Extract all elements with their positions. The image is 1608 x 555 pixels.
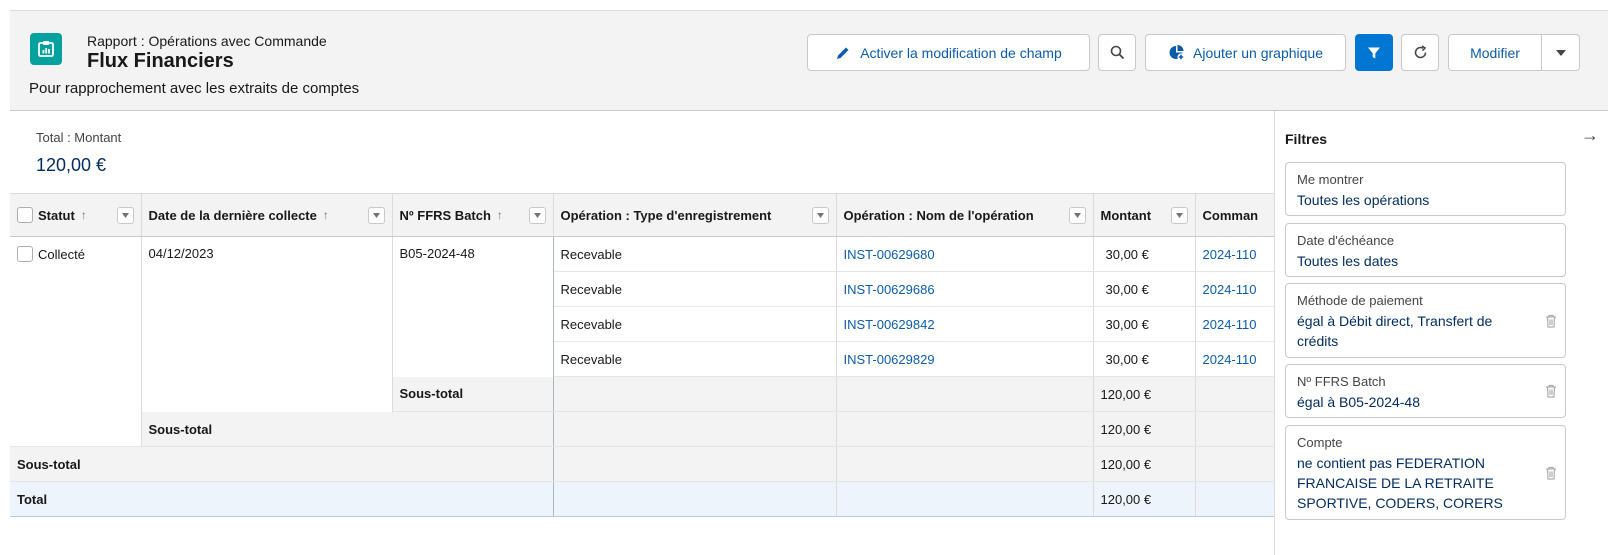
filter-label: Méthode de paiement: [1297, 293, 1423, 308]
column-menu-icon[interactable]: [367, 206, 385, 224]
filter-icon: [1368, 47, 1380, 58]
filter-label: Compte: [1297, 435, 1343, 450]
subtotal-value: 120,00 €: [1093, 376, 1196, 412]
column-menu-icon[interactable]: [116, 206, 134, 224]
cell-montant: 30,00 €: [1093, 236, 1196, 272]
report-header: Rapport : Opérations avec Commande Flux …: [10, 10, 1608, 111]
trash-icon[interactable]: [1545, 314, 1557, 331]
subtotal-value: 120,00 €: [1093, 446, 1196, 482]
filter-label: Nº FFRS Batch: [1297, 374, 1386, 389]
cell-montant: 30,00 €: [1093, 306, 1196, 342]
report-type-label: Rapport : Opérations avec Commande: [87, 33, 327, 49]
report-title: Flux Financiers: [87, 50, 234, 72]
filter-card-ffrs-batch[interactable]: Nº FFRS Batch égal à B05-2024-48: [1285, 364, 1566, 418]
cell-nom-operation[interactable]: INST-00629829: [836, 341, 1094, 377]
filter-label: Me montrer: [1297, 172, 1364, 187]
enable-field-edit-button[interactable]: Activer la modification de champ: [807, 34, 1090, 71]
modify-label: Modifier: [1470, 44, 1520, 61]
filter-card-due-date[interactable]: Date d'échéance Toutes les dates: [1285, 223, 1566, 277]
group-cell-batch: B05-2024-48: [392, 236, 554, 377]
filter-card-payment-method[interactable]: Méthode de paiement égal à Débit direct,…: [1285, 283, 1566, 358]
cell-commande[interactable]: 2024-110: [1195, 341, 1275, 377]
filter-card-account[interactable]: Compte ne contient pas FEDERATION FRANCA…: [1285, 425, 1566, 520]
subtotal-row-statut: Sous-total 120,00 €: [10, 446, 1275, 482]
subtotal-label: Sous-total: [392, 376, 554, 412]
column-header-type-enregistrement[interactable]: Opération : Type d'enregistrement: [553, 193, 837, 237]
add-chart-label: Ajouter un graphique: [1193, 44, 1323, 61]
modify-button[interactable]: Modifier: [1448, 34, 1542, 71]
filter-value: égal à B05-2024-48: [1297, 394, 1420, 410]
row-checkbox[interactable]: [17, 246, 33, 262]
cell-commande[interactable]: 2024-110: [1195, 306, 1275, 342]
filter-card-show-me[interactable]: Me montrer Toutes les opérations: [1285, 162, 1566, 216]
table-header-row: Statut ↑ Date de la dernière collecte ↑ Nº…: [10, 193, 1275, 237]
cell-type: Recevable: [553, 271, 837, 307]
search-button[interactable]: [1098, 34, 1136, 71]
cell-nom-operation[interactable]: INST-00629680: [836, 236, 1094, 272]
enable-field-edit-label: Activer la modification de champ: [860, 44, 1062, 61]
column-menu-icon[interactable]: [1068, 206, 1086, 224]
add-chart-button[interactable]: Ajouter un graphique: [1145, 34, 1346, 71]
filter-toggle-button[interactable]: [1355, 34, 1393, 71]
pencil-icon: [837, 47, 849, 59]
column-menu-icon[interactable]: [1170, 206, 1188, 224]
group-cell-statut: Collecté: [10, 236, 142, 412]
report-description: Pour rapprochement avec les extraits de …: [29, 80, 360, 97]
filter-value: égal à Débit direct, Transfert de crédit…: [1297, 313, 1493, 349]
cell-type: Recevable: [553, 306, 837, 342]
cell-nom-operation[interactable]: INST-00629686: [836, 271, 1094, 307]
cell-montant: 30,00 €: [1093, 271, 1196, 307]
cell-commande[interactable]: 2024-110: [1195, 271, 1275, 307]
column-header-date-collecte[interactable]: Date de la dernière collecte ↑: [141, 193, 393, 237]
group-cell-date: 04/12/2023: [141, 236, 393, 412]
more-actions-button[interactable]: [1541, 34, 1580, 71]
column-header-commande[interactable]: Comman: [1195, 193, 1275, 237]
trash-icon[interactable]: [1545, 384, 1557, 401]
column-header-nom-operation[interactable]: Opération : Nom de l'opération: [836, 193, 1094, 237]
filter-label: Date d'échéance: [1297, 233, 1395, 248]
trash-icon[interactable]: [1545, 466, 1557, 483]
grand-total-row: Total 120,00 €: [10, 481, 1275, 517]
sort-asc-icon[interactable]: ↑: [323, 208, 329, 222]
filter-value: ne contient pas FEDERATION FRANCAISE DE …: [1297, 455, 1503, 511]
table-row: Collecté 04/12/2023 B05-2024-48 Recevabl…: [10, 236, 1275, 412]
cell-nom-operation[interactable]: INST-00629842: [836, 306, 1094, 342]
summary-value: 120,00 €: [36, 155, 107, 175]
search-icon: [1110, 45, 1124, 60]
total-label: Total: [10, 481, 554, 517]
subtotal-row-date: Sous-total 120,00 €: [10, 411, 1275, 447]
filters-panel: Filtres → Me montrer Toutes les opératio…: [1274, 111, 1608, 555]
report-table: Statut ↑ Date de la dernière collecte ↑ Nº…: [10, 193, 1275, 523]
cell-type: Recevable: [553, 341, 837, 377]
sort-asc-icon[interactable]: ↑: [497, 208, 503, 222]
report-icon: [30, 33, 62, 65]
refresh-icon: [1414, 45, 1426, 59]
cell-montant: 30,00 €: [1093, 341, 1196, 377]
cell-commande[interactable]: 2024-110: [1195, 236, 1275, 272]
summary-label: Total : Montant: [36, 130, 122, 145]
total-value: 120,00 €: [1093, 481, 1196, 517]
column-header-statut[interactable]: Statut ↑: [10, 193, 142, 237]
column-menu-icon[interactable]: [528, 206, 546, 224]
collapse-arrow-icon[interactable]: →: [1581, 125, 1599, 146]
filter-value: Toutes les dates: [1297, 253, 1399, 269]
chevron-down-icon: [1555, 49, 1566, 56]
column-menu-icon[interactable]: [811, 206, 829, 224]
column-header-montant[interactable]: Montant: [1093, 193, 1196, 237]
column-header-ffrs-batch[interactable]: Nº FFRS Batch ↑: [392, 193, 554, 237]
subtotal-value: 120,00 €: [1093, 411, 1196, 447]
sort-asc-icon[interactable]: ↑: [81, 208, 87, 222]
subtotal-label: Sous-total: [10, 446, 554, 482]
filters-title: Filtres: [1285, 131, 1328, 147]
refresh-button[interactable]: [1401, 34, 1439, 71]
top-spacer: [0, 0, 1608, 10]
select-all-checkbox[interactable]: [17, 207, 33, 223]
cell-type: Recevable: [553, 236, 837, 272]
subtotal-label: Sous-total: [141, 411, 554, 447]
chart-icon: [1169, 45, 1185, 61]
filter-value: Toutes les opérations: [1297, 192, 1430, 208]
